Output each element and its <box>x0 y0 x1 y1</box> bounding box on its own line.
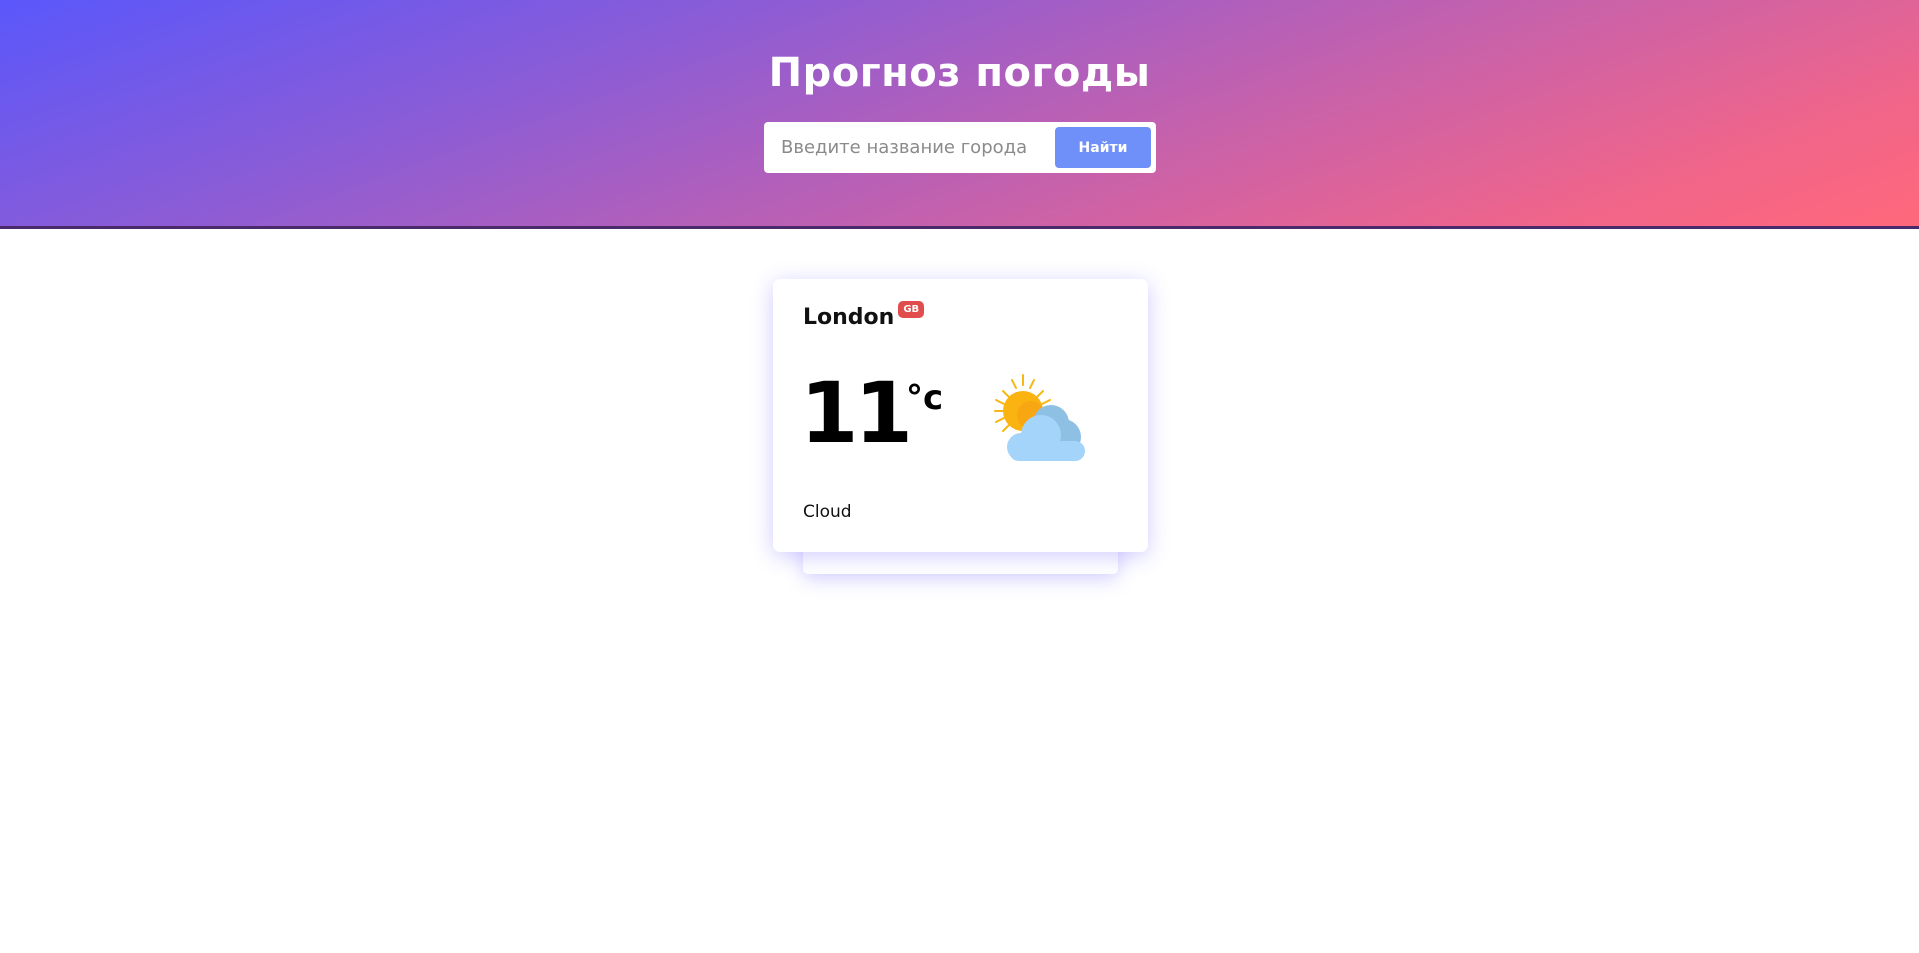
header-banner: Прогноз погоды Найти <box>0 0 1919 229</box>
country-badge: GB <box>898 301 925 318</box>
city-heading: London GB <box>803 301 925 335</box>
temperature-unit: °c <box>906 378 944 418</box>
temperature-value: 11 <box>800 364 913 462</box>
search-form: Найти <box>764 122 1156 173</box>
city-name: London <box>803 305 895 330</box>
page-title: Прогноз погоды <box>768 50 1151 96</box>
city-search-input[interactable] <box>764 122 1046 173</box>
search-button[interactable]: Найти <box>1055 127 1151 168</box>
partly-cloudy-icon <box>983 371 1103 471</box>
weather-condition: Cloud <box>803 502 852 522</box>
weather-card: London GB 11 °c Cloud <box>773 279 1148 552</box>
